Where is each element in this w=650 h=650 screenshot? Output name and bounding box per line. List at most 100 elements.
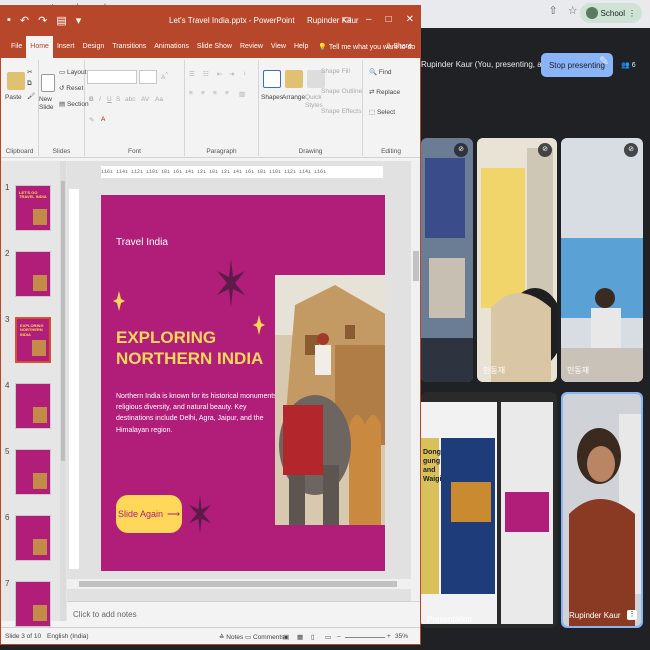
numbering-icon[interactable]: ☷ xyxy=(203,70,209,78)
elephant-fort-photo[interactable] xyxy=(275,275,385,525)
screen-share-tile[interactable]: Dong gung and Waigi Presentation xyxy=(421,392,557,628)
zoom-in-icon[interactable]: + xyxy=(387,633,391,640)
zoom-level[interactable]: 35% xyxy=(395,633,408,640)
tab-view[interactable]: View xyxy=(267,36,290,58)
notes-toggle[interactable]: ≙ Notes xyxy=(219,633,243,641)
slide-thumbnail[interactable]: 4 xyxy=(1,381,67,441)
tab-transitions[interactable]: Transitions xyxy=(108,36,150,58)
reading-view-icon[interactable]: ▯ xyxy=(311,633,315,641)
tab-animations[interactable]: Animations xyxy=(150,36,193,58)
annotate-icon[interactable]: ✎ xyxy=(599,54,617,74)
replace-button[interactable]: ⇄ Replace xyxy=(369,88,400,96)
align-right-icon[interactable]: ≡ xyxy=(213,90,217,97)
notes-pane[interactable]: Click to add notes xyxy=(67,601,420,627)
reset-button[interactable]: ↺ Reset xyxy=(59,84,83,92)
arrange-button[interactable]: Arrange xyxy=(282,94,305,101)
share-icon[interactable]: ⇧ xyxy=(549,4,558,17)
normal-view-icon[interactable]: ▣ xyxy=(283,633,289,641)
font-name-field[interactable] xyxy=(87,70,137,84)
slideshow-icon[interactable]: ▭ xyxy=(325,633,331,641)
current-slide[interactable]: Travel India EXPLORING NORTHERN INDIA No… xyxy=(101,195,385,571)
indent-increase-icon[interactable]: ⇥ xyxy=(229,70,234,78)
copy-icon[interactable]: ⧉ xyxy=(27,80,32,88)
shape-effects-button[interactable]: Shape Effects xyxy=(321,108,361,115)
format-painter-icon[interactable]: 🖌 xyxy=(27,92,35,100)
line-spacing-icon[interactable]: ↕ xyxy=(243,70,246,77)
indent-decrease-icon[interactable]: ⇤ xyxy=(217,70,222,78)
bookmark-star-icon[interactable]: ☆ xyxy=(568,4,578,17)
tab-file[interactable]: File xyxy=(7,36,26,58)
find-button[interactable]: 🔍 Find xyxy=(369,68,392,76)
new-slide-button[interactable]: New Slide xyxy=(39,96,57,112)
underline-icon[interactable]: U xyxy=(107,96,112,103)
new-slide-icon[interactable] xyxy=(41,74,55,92)
highlight-icon[interactable]: ✎ xyxy=(89,116,94,124)
profile-chip[interactable]: School ⋮ xyxy=(579,3,642,23)
participant-tile[interactable]: 민동재 ⊘ xyxy=(561,138,643,382)
shape-outline-button[interactable]: Shape Outline xyxy=(321,88,362,95)
zoom-out-icon[interactable]: – xyxy=(337,633,341,640)
close-icon[interactable]: ✕ xyxy=(406,14,414,25)
font-color-icon[interactable]: A xyxy=(101,116,105,123)
columns-icon[interactable]: ▥ xyxy=(239,90,245,98)
change-case-icon[interactable]: Aa xyxy=(155,96,163,103)
slide-thumbnail[interactable]: 5 xyxy=(1,447,67,507)
ribbon-display-icon[interactable]: ▭ xyxy=(343,14,352,25)
arrange-icon[interactable] xyxy=(285,70,303,88)
tab-review[interactable]: Review xyxy=(236,36,267,58)
cut-icon[interactable]: ✂ xyxy=(27,68,32,76)
slide-body-text[interactable]: Northern India is known for its historic… xyxy=(116,391,282,436)
select-button[interactable]: ⬚ Select xyxy=(369,108,395,116)
shapes-icon[interactable] xyxy=(263,70,281,88)
zoom-slider[interactable] xyxy=(345,637,385,638)
self-tile[interactable]: Rupinder Kaur ⋮ xyxy=(561,392,643,628)
slide-thumbnail[interactable]: 6 xyxy=(1,513,67,573)
tab-design[interactable]: Design xyxy=(78,36,108,58)
slide-thumbnail[interactable]: 1 LET'S GO TRAVEL INDIA xyxy=(1,183,67,243)
save-icon[interactable]: ▪ xyxy=(7,14,11,27)
scroll-thumb[interactable] xyxy=(413,251,419,281)
slide-brand[interactable]: Travel India xyxy=(116,237,168,248)
undo-icon[interactable]: ↶ xyxy=(20,14,29,27)
more-vert-icon[interactable]: ⋮ xyxy=(628,9,636,18)
participant-tile[interactable]: 민동재 ⊘ xyxy=(477,138,557,382)
language-indicator[interactable]: English (India) xyxy=(47,633,89,640)
char-spacing-icon[interactable]: AV xyxy=(141,96,149,103)
tab-home[interactable]: Home xyxy=(26,36,53,58)
participant-count[interactable]: 👥 6 xyxy=(621,55,647,75)
italic-icon[interactable]: I xyxy=(99,96,101,103)
shape-fill-button[interactable]: Shape Fill xyxy=(321,68,350,75)
align-center-icon[interactable]: ≡ xyxy=(201,90,205,97)
share-button[interactable]: ⇪ Share xyxy=(386,36,413,58)
cta-button-shape[interactable]: Slide Again ⟶ xyxy=(116,495,182,533)
slide-sorter-icon[interactable]: ▦ xyxy=(297,633,303,641)
shapes-button[interactable]: Shapes xyxy=(261,94,283,101)
customize-qat-icon[interactable]: ▾ xyxy=(76,14,82,27)
vertical-scrollbar[interactable] xyxy=(411,161,420,601)
bullets-icon[interactable]: ☰ xyxy=(189,70,195,78)
redo-icon[interactable]: ↷ xyxy=(38,14,47,27)
bold-icon[interactable]: B xyxy=(89,96,94,103)
grow-font-icon[interactable]: A^ xyxy=(161,72,168,81)
scroll-thumb[interactable] xyxy=(61,181,65,461)
paste-icon[interactable] xyxy=(7,72,25,90)
thumbnail-scrollbar[interactable] xyxy=(60,161,66,621)
slide-thumbnail[interactable]: 3 EXPLORING NORTHERN INDIA xyxy=(1,315,67,375)
paste-button[interactable]: Paste xyxy=(5,94,22,101)
tab-slide-show[interactable]: Slide Show xyxy=(193,36,236,58)
minimize-icon[interactable]: – xyxy=(366,14,372,25)
start-presentation-icon[interactable]: ▤ xyxy=(56,14,66,27)
slide-thumbnail[interactable]: 2 xyxy=(1,249,67,309)
maximize-icon[interactable]: □ xyxy=(386,14,392,25)
classroom-tile[interactable]: ⊘ xyxy=(421,138,473,382)
more-options-icon[interactable]: ⋮ xyxy=(627,610,637,620)
tab-help[interactable]: Help xyxy=(290,36,312,58)
strikethrough-icon[interactable]: abc xyxy=(125,96,135,103)
layout-button[interactable]: ▭ Layout xyxy=(59,68,86,76)
justify-icon[interactable]: ≡ xyxy=(225,90,229,97)
slide-heading[interactable]: EXPLORING NORTHERN INDIA xyxy=(116,327,286,370)
scroll-thumb[interactable] xyxy=(79,581,397,587)
comments-toggle[interactable]: ▭ Comments xyxy=(245,633,284,641)
tab-insert[interactable]: Insert xyxy=(53,36,79,58)
align-left-icon[interactable]: ≡ xyxy=(189,90,193,97)
